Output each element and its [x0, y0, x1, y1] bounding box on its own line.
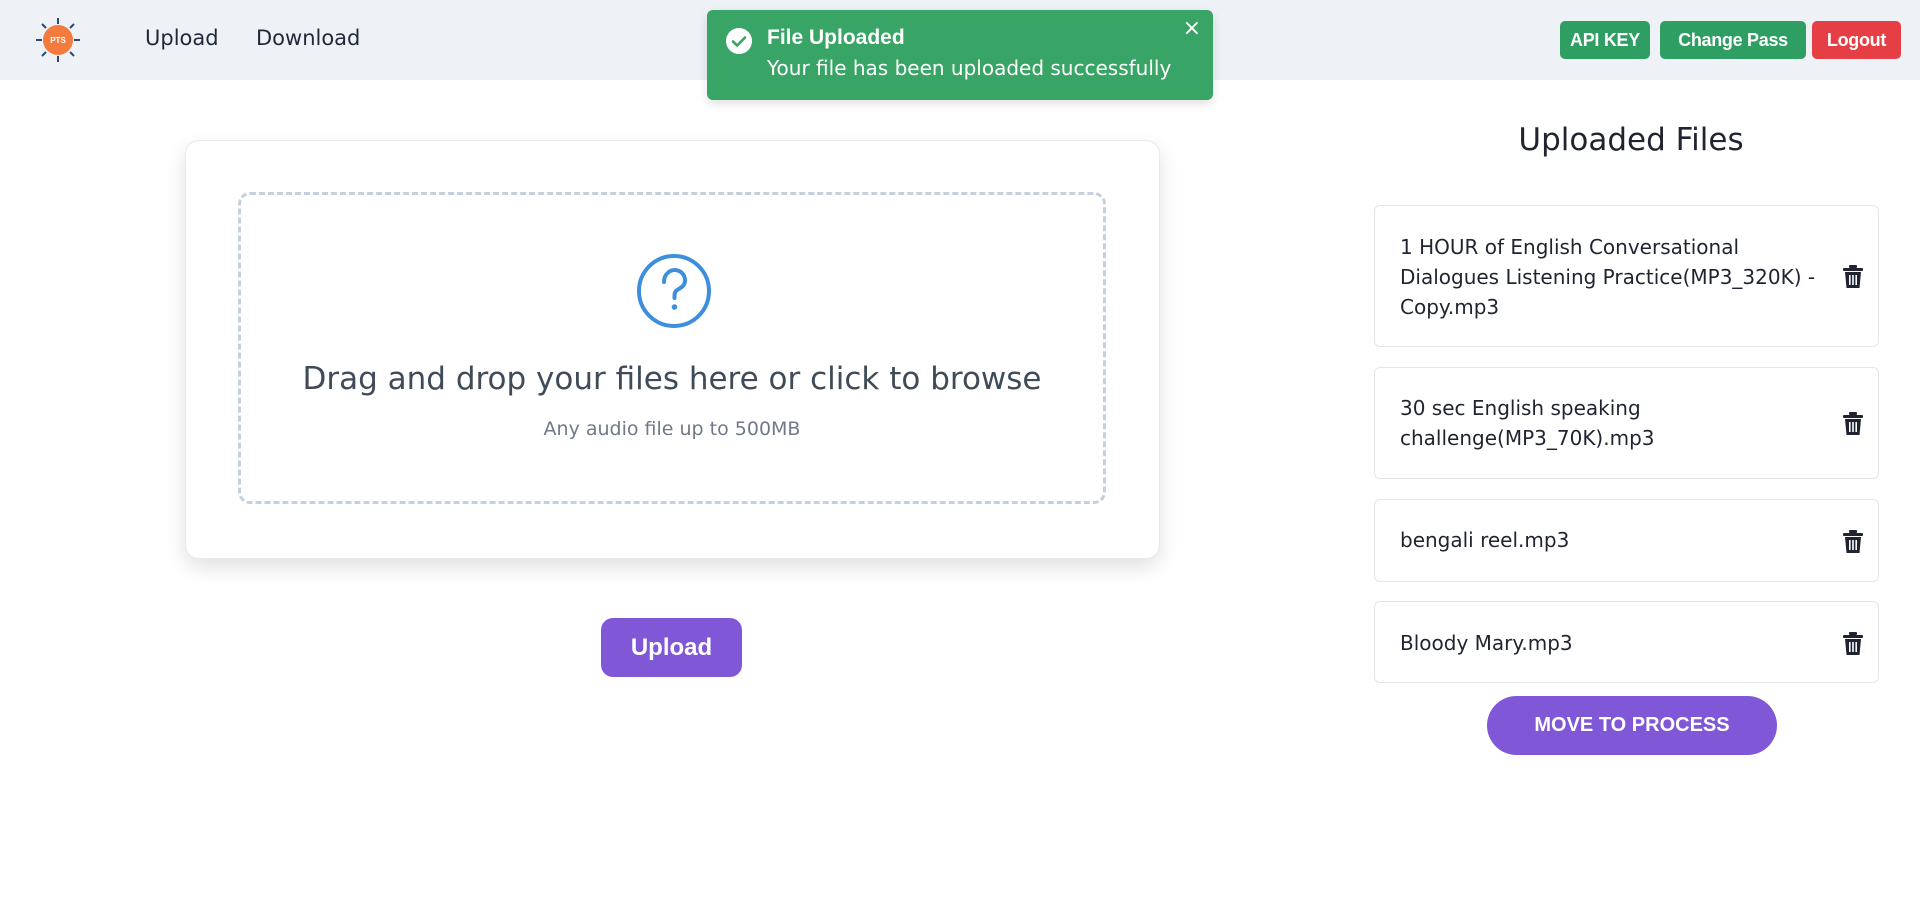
file-item: 30 sec English speaking challenge(MP3_70…	[1374, 367, 1879, 479]
file-item: Bloody Mary.mp3	[1374, 601, 1879, 683]
check-circle-icon	[726, 28, 752, 54]
move-to-process-button[interactable]: MOVE TO PROCESS	[1487, 696, 1777, 755]
logout-button[interactable]: Logout	[1812, 21, 1901, 59]
file-name: Bloody Mary.mp3	[1400, 631, 1573, 655]
trash-icon[interactable]	[1842, 530, 1864, 554]
nav-download-link[interactable]: Download	[256, 26, 360, 50]
file-item: bengali reel.mp3	[1374, 499, 1879, 582]
file-name: 1 HOUR of English Conversational Dialogu…	[1400, 235, 1816, 319]
dropzone-subtitle: Any audio file up to 500MB	[543, 418, 801, 440]
pts-logo[interactable]: PTS	[34, 16, 82, 64]
trash-icon[interactable]	[1842, 632, 1864, 656]
file-dropzone[interactable]: Drag and drop your files here or click t…	[238, 192, 1106, 504]
close-icon[interactable]: ×	[1183, 18, 1201, 40]
file-name: bengali reel.mp3	[1400, 528, 1570, 552]
logo-text: PTS	[50, 36, 66, 45]
upload-button[interactable]: Upload	[601, 618, 742, 677]
api-key-button[interactable]: API KEY	[1560, 21, 1650, 59]
upload-card: Drag and drop your files here or click t…	[185, 140, 1160, 559]
toast-message: Your file has been uploaded successfully	[767, 56, 1172, 80]
file-item: 1 HOUR of English Conversational Dialogu…	[1374, 205, 1879, 347]
trash-icon[interactable]	[1842, 412, 1864, 436]
change-pass-button[interactable]: Change Pass	[1660, 21, 1806, 59]
trash-icon[interactable]	[1842, 265, 1864, 289]
question-circle-icon	[637, 254, 711, 328]
nav-upload-link[interactable]: Upload	[145, 26, 219, 50]
upload-success-toast: File Uploaded Your file has been uploade…	[707, 10, 1213, 100]
uploaded-files-heading: Uploaded Files	[1518, 122, 1744, 158]
file-name: 30 sec English speaking challenge(MP3_70…	[1400, 396, 1655, 450]
dropzone-title: Drag and drop your files here or click t…	[302, 361, 1042, 397]
toast-title: File Uploaded	[767, 26, 905, 49]
